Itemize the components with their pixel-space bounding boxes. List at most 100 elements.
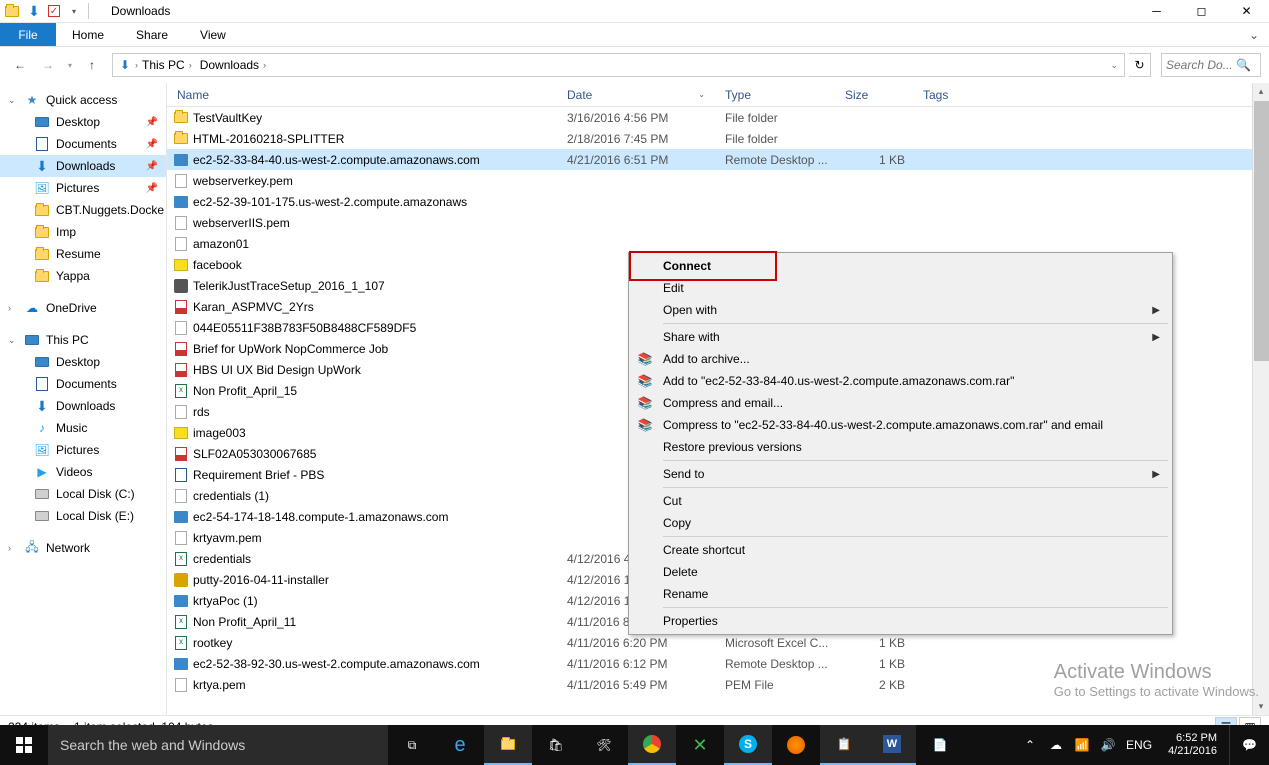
ribbon-tab-view[interactable]: View [184, 23, 242, 46]
scrollbar-thumb[interactable] [1254, 101, 1269, 361]
taskbar-app1[interactable]: 📋 [820, 725, 868, 765]
menu-open-with[interactable]: Open with▶ [631, 299, 1170, 321]
file-row[interactable]: ec2-52-39-101-175.us-west-2.compute.amaz… [167, 191, 1252, 212]
taskbar-app2[interactable]: 📄 [916, 725, 964, 765]
menu-copy[interactable]: Copy [631, 512, 1170, 534]
menu-rename[interactable]: Rename [631, 583, 1170, 605]
sidebar-item[interactable]: CBT.Nuggets.Docke [0, 199, 166, 221]
task-view-button[interactable]: ⧉ [388, 725, 436, 765]
tray-clock[interactable]: 6:52 PM 4/21/2016 [1162, 732, 1223, 758]
file-row[interactable]: ec2-52-33-84-40.us-west-2.compute.amazon… [167, 149, 1252, 170]
taskbar-chrome[interactable] [628, 725, 676, 765]
menu-add-archive[interactable]: 📚Add to archive... [631, 348, 1170, 370]
menu-create-shortcut[interactable]: Create shortcut [631, 539, 1170, 561]
sidebar-quick-access[interactable]: ⌄★Quick access [0, 89, 166, 111]
qat-checkbox-icon[interactable]: ✓ [48, 5, 60, 17]
breadcrumb-downloads[interactable]: Downloads › [196, 58, 270, 72]
taskbar-skype[interactable]: S [724, 725, 772, 765]
file-row[interactable]: krtya.pem4/11/2016 5:49 PMPEM File2 KB [167, 674, 1252, 695]
tray-language[interactable]: ENG [1126, 738, 1152, 752]
col-type[interactable]: Type [715, 88, 835, 102]
nav-back-button[interactable]: ← [8, 53, 32, 77]
pin-icon: 📌 [146, 183, 158, 194]
col-name[interactable]: Name [167, 88, 557, 102]
tray-volume-icon[interactable]: 🔊 [1100, 737, 1116, 753]
sidebar-item[interactable]: 🖼Pictures📌 [0, 177, 166, 199]
maximize-button[interactable]: ◻ [1179, 0, 1224, 23]
taskbar-edge[interactable]: e [436, 725, 484, 765]
menu-add-rar[interactable]: 📚Add to "ec2-52-33-84-40.us-west-2.compu… [631, 370, 1170, 392]
sidebar-onedrive[interactable]: ›☁OneDrive [0, 297, 166, 319]
start-button[interactable] [0, 725, 48, 765]
col-size[interactable]: Size [835, 88, 913, 102]
ribbon-expand-icon[interactable]: ⌄ [1239, 23, 1269, 46]
sidebar-item[interactable]: Local Disk (C:) [0, 483, 166, 505]
sidebar-item[interactable]: Documents📌 [0, 133, 166, 155]
sidebar-item[interactable]: ⬇Downloads📌 [0, 155, 166, 177]
menu-connect[interactable]: Connect [631, 255, 1170, 277]
menu-edit[interactable]: Edit [631, 277, 1170, 299]
qat-dropdown-icon[interactable]: ⬇ [26, 3, 42, 19]
menu-cut[interactable]: Cut [631, 490, 1170, 512]
search-box[interactable]: 🔍 [1161, 53, 1261, 77]
sidebar-item[interactable]: 🖼Pictures [0, 439, 166, 461]
sidebar-item[interactable]: ⬇Downloads [0, 395, 166, 417]
taskbar-vscode[interactable]: ✕ [676, 725, 724, 765]
sidebar-item[interactable]: Desktop📌 [0, 111, 166, 133]
taskbar-search[interactable]: Search the web and Windows [48, 725, 388, 765]
menu-compress-email[interactable]: 📚Compress and email... [631, 392, 1170, 414]
address-bar[interactable]: ⬇ › This PC › Downloads › ⌄ [112, 53, 1125, 77]
address-dropdown-icon[interactable]: ⌄ [1110, 60, 1122, 71]
taskbar-word[interactable]: W [868, 725, 916, 765]
menu-delete[interactable]: Delete [631, 561, 1170, 583]
col-date[interactable]: Date⌄ [557, 88, 715, 102]
menu-share-with[interactable]: Share with▶ [631, 326, 1170, 348]
ribbon-file-tab[interactable]: File [0, 23, 56, 46]
file-row[interactable]: amazon01 [167, 233, 1252, 254]
ribbon-tab-home[interactable]: Home [56, 23, 120, 46]
taskbar-store[interactable]: 🛍 [532, 725, 580, 765]
file-row[interactable]: webserverkey.pem [167, 170, 1252, 191]
file-row[interactable]: HTML-20160218-SPLITTER2/18/2016 7:45 PMF… [167, 128, 1252, 149]
nav-up-button[interactable]: ↑ [80, 53, 104, 77]
menu-properties[interactable]: Properties [631, 610, 1170, 632]
search-input[interactable] [1166, 58, 1236, 72]
file-row[interactable]: webserverIIS.pem [167, 212, 1252, 233]
tray-overflow-icon[interactable]: ⌃ [1022, 737, 1038, 753]
taskbar-explorer[interactable] [484, 725, 532, 765]
taskbar-devtools[interactable]: 🛠 [580, 725, 628, 765]
file-row[interactable]: ec2-52-38-92-30.us-west-2.compute.amazon… [167, 653, 1252, 674]
sidebar-item[interactable]: Local Disk (E:) [0, 505, 166, 527]
sidebar-network[interactable]: ›🖧Network [0, 537, 166, 559]
sidebar-this-pc[interactable]: ⌄This PC [0, 329, 166, 351]
ribbon-tab-share[interactable]: Share [120, 23, 184, 46]
qat-more-icon[interactable]: ▾ [66, 3, 82, 19]
taskbar-firefox[interactable] [772, 725, 820, 765]
breadcrumb-thispc[interactable]: This PC › [138, 58, 196, 72]
sidebar-item[interactable]: Documents [0, 373, 166, 395]
sidebar-item[interactable]: Resume [0, 243, 166, 265]
file-name: HTML-20160218-SPLITTER [193, 132, 344, 146]
nav-recent-dropdown[interactable]: ▾ [64, 53, 76, 77]
sidebar-item[interactable]: ▶Videos [0, 461, 166, 483]
col-tags[interactable]: Tags [913, 88, 1252, 102]
file-row[interactable]: TestVaultKey3/16/2016 4:56 PMFile folder [167, 107, 1252, 128]
action-center-button[interactable]: 💬 [1229, 725, 1269, 765]
close-button[interactable]: ✕ [1224, 0, 1269, 23]
tray-onedrive-icon[interactable]: ☁ [1048, 737, 1064, 753]
winrar-icon: 📚 [637, 417, 653, 433]
minimize-button[interactable]: ─ [1134, 0, 1179, 23]
sidebar-item[interactable]: Desktop [0, 351, 166, 373]
vertical-scrollbar[interactable]: ▴ ▾ [1252, 83, 1269, 715]
sidebar-item[interactable]: ♪Music [0, 417, 166, 439]
sidebar-item[interactable]: Yappa [0, 265, 166, 287]
sidebar-item[interactable]: Imp [0, 221, 166, 243]
menu-send-to[interactable]: Send to▶ [631, 463, 1170, 485]
refresh-button[interactable]: ↻ [1129, 53, 1151, 77]
pictures-icon: 🖼 [34, 180, 50, 196]
nav-forward-button[interactable]: → [36, 53, 60, 77]
tray-network-icon[interactable]: 📶 [1074, 737, 1090, 753]
file-row[interactable]: xrootkey4/11/2016 6:20 PMMicrosoft Excel… [167, 632, 1252, 653]
menu-restore-versions[interactable]: Restore previous versions [631, 436, 1170, 458]
menu-compress-rar-email[interactable]: 📚Compress to "ec2-52-33-84-40.us-west-2.… [631, 414, 1170, 436]
